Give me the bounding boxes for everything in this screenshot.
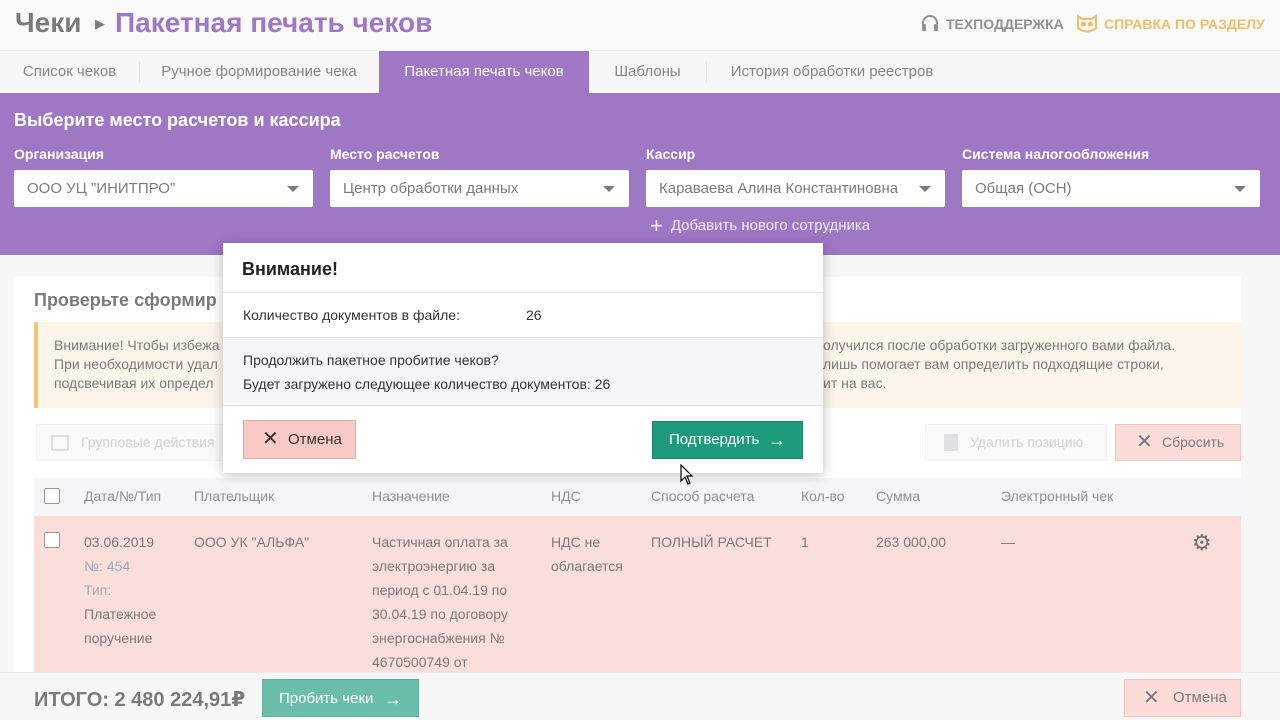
dialog-cancel-button[interactable]: ✕ Отмена bbox=[243, 420, 356, 459]
dialog-info: Будет загружено следующее количество док… bbox=[243, 376, 611, 392]
dialog-question: Продолжить пакетное пробитие чеков? bbox=[243, 352, 499, 368]
dialog-count-value: 26 bbox=[526, 307, 542, 323]
close-icon: ✕ bbox=[262, 428, 279, 450]
dialog-confirm-label: Подтвердить bbox=[669, 431, 760, 448]
mouse-cursor-icon bbox=[680, 464, 694, 485]
dialog-title: Внимание! bbox=[223, 243, 823, 293]
dialog-cancel-label: Отмена bbox=[288, 431, 342, 448]
dialog-count-row: Количество документов в файле: 26 bbox=[223, 293, 823, 338]
dialog-confirm-button[interactable]: Подтвердить → bbox=[652, 421, 803, 459]
dialog-message: Продолжить пакетное пробитие чеков? Буде… bbox=[223, 338, 823, 406]
confirm-dialog: Внимание! Количество документов в файле:… bbox=[223, 243, 823, 473]
dialog-count-label: Количество документов в файле: bbox=[243, 307, 460, 323]
arrow-right-icon: → bbox=[768, 430, 786, 450]
